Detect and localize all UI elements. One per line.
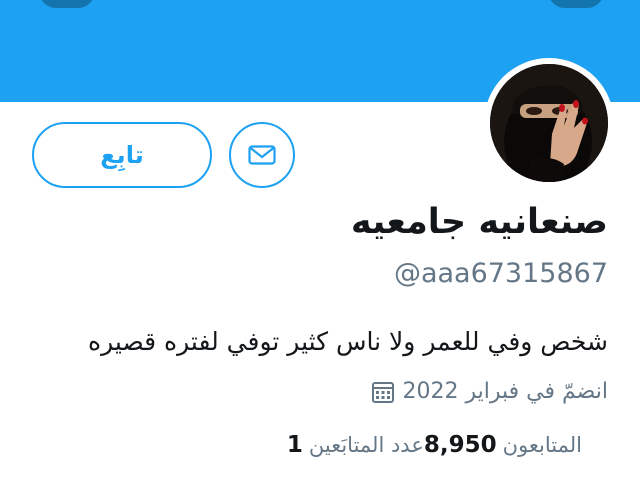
following-stat[interactable]: 1 عدد المتابَعين <box>287 432 424 458</box>
message-button[interactable] <box>229 122 295 188</box>
calendar-icon <box>371 380 395 404</box>
follow-button-label: تابِع <box>100 141 144 169</box>
profile-bio: شخص وفي للعمر ولا ناس كثير توفي لفتره قص… <box>88 327 608 356</box>
more-options-icon[interactable] <box>548 0 604 8</box>
follow-button[interactable]: تابِع <box>32 122 212 188</box>
following-label: عدد المتابَعين <box>308 433 424 457</box>
joined-date-text: انضمّ في فبراير 2022 <box>402 379 608 404</box>
display-name: صنعانيه جامعيه <box>350 202 608 242</box>
followers-count: 8,950 <box>423 432 497 458</box>
envelope-icon <box>246 139 278 171</box>
avatar[interactable] <box>484 58 614 188</box>
back-arrow-icon[interactable] <box>39 0 95 8</box>
profile-photo <box>490 64 608 182</box>
followers-stat[interactable]: 8,950 المتابعون <box>424 432 582 458</box>
joined-date: انضمّ في فبراير 2022 <box>371 374 608 410</box>
following-count: 1 <box>286 432 303 458</box>
profile-stats: 1 عدد المتابَعين 8,950 المتابعون <box>287 432 608 458</box>
profile-page: تابِع صنعانيه جامعيه @aaa67315867 شخص وف… <box>0 0 640 484</box>
followers-label: المتابعون <box>502 433 582 457</box>
user-handle: @aaa67315867 <box>393 258 608 289</box>
